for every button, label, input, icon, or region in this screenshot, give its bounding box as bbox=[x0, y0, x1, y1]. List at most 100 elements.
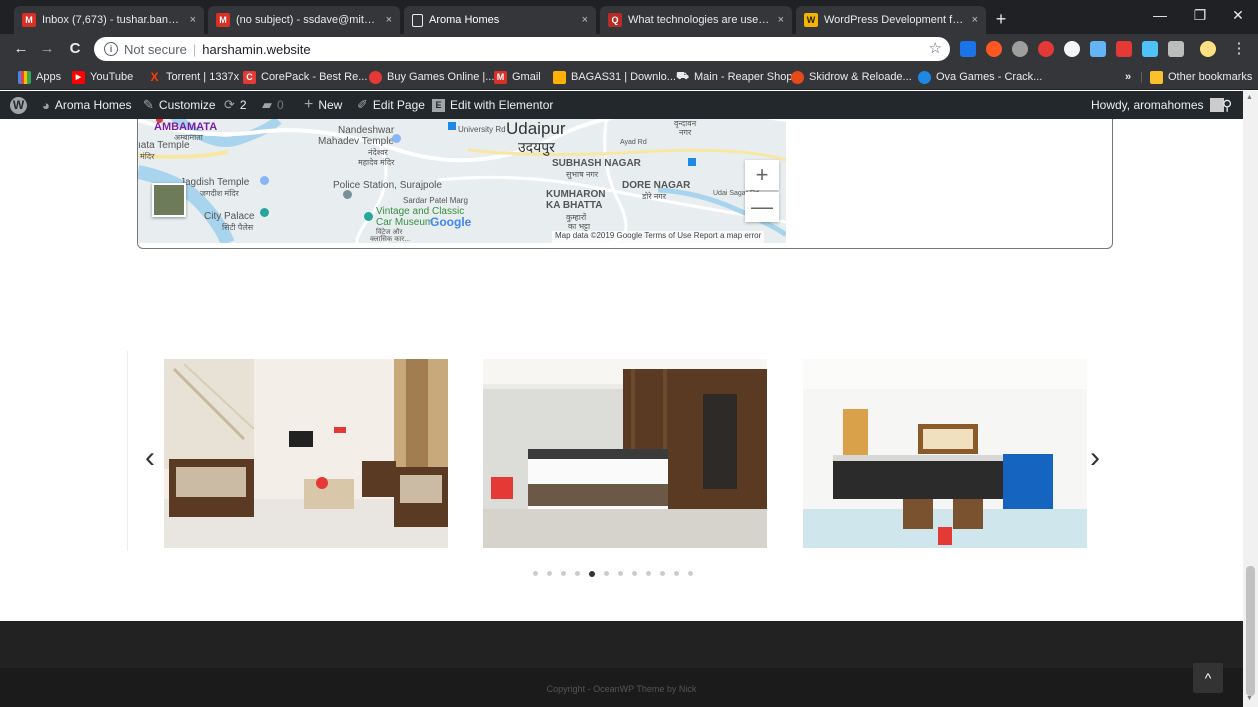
extension-icon[interactable] bbox=[1168, 41, 1184, 57]
window-close-button[interactable]: ✕ bbox=[1218, 0, 1258, 30]
copyright-text: Copyright - OceanWP Theme by Nick bbox=[546, 684, 697, 694]
close-icon[interactable]: × bbox=[972, 14, 978, 26]
back-button[interactable]: ← bbox=[10, 38, 32, 60]
wp-edit-elementor[interactable]: E Edit with Elementor bbox=[432, 97, 553, 113]
wp-logo[interactable]: W bbox=[10, 96, 27, 114]
bookmark-buy-games[interactable]: Buy Games Online |... bbox=[369, 69, 494, 85]
minimize-button[interactable]: — bbox=[1140, 0, 1180, 30]
tab-gmail-no-subject[interactable]: M (no subject) - ssdave@mitaoe.ac × bbox=[208, 6, 400, 34]
carousel-dot[interactable] bbox=[660, 571, 665, 576]
scroll-to-top-button[interactable]: ^ bbox=[1193, 663, 1223, 693]
tab-wordpress-dev[interactable]: W WordPress Development for Beg × bbox=[796, 6, 986, 34]
tab-quora[interactable]: Q What technologies are used to cr × bbox=[600, 6, 792, 34]
wp-updates[interactable]: ⟳ 2 bbox=[224, 97, 247, 113]
extension-icon[interactable] bbox=[1116, 41, 1132, 57]
forward-button[interactable]: → bbox=[36, 38, 58, 60]
temple-pin-icon bbox=[392, 134, 401, 143]
extension-icon[interactable] bbox=[1012, 41, 1028, 57]
extension-icon[interactable] bbox=[1038, 41, 1054, 57]
wordpress-icon: W bbox=[10, 96, 27, 114]
scroll-down-arrow-icon[interactable]: ▼ bbox=[1246, 695, 1253, 702]
page-scrollbar[interactable]: ▲ ▼ bbox=[1243, 91, 1258, 707]
search-icon[interactable]: ⚲ bbox=[1222, 97, 1232, 113]
carousel-dot[interactable] bbox=[547, 571, 552, 576]
google-map[interactable]: AMBAMATA अम्बामाता ıata Temple मंदिर Nan… bbox=[138, 119, 786, 243]
bookmarks-overflow-button[interactable]: » bbox=[1125, 69, 1131, 85]
bookmark-youtube[interactable]: ▶ YouTube bbox=[72, 69, 133, 85]
extension-icon[interactable] bbox=[986, 41, 1002, 57]
bookmark-corepack[interactable]: C CorePack - Best Re... bbox=[243, 69, 367, 85]
address-separator: | bbox=[192, 41, 197, 57]
close-icon[interactable]: × bbox=[582, 14, 588, 26]
bookmark-skidrow[interactable]: Skidrow & Reloade... bbox=[791, 69, 912, 85]
carousel-prev-button[interactable]: ‹ bbox=[145, 443, 155, 473]
tab-aroma-homes[interactable]: Aroma Homes × bbox=[404, 6, 596, 34]
carousel-dot[interactable] bbox=[589, 570, 595, 577]
star-icon[interactable]: ☆ bbox=[929, 39, 942, 57]
tab-gmail-inbox[interactable]: M Inbox (7,673) - tushar.bana98@g × bbox=[14, 6, 204, 34]
address-bar[interactable]: i Not secure | harshamin.website ☆ bbox=[94, 37, 950, 61]
wp-edit-page[interactable]: ✐ Edit Page bbox=[357, 97, 425, 113]
carousel-next-button[interactable]: › bbox=[1090, 443, 1100, 473]
carousel-slide-kitchen[interactable] bbox=[803, 359, 1087, 548]
bookmark-ova-games[interactable]: Ova Games - Crack... bbox=[918, 69, 1042, 85]
corepack-icon: C bbox=[243, 70, 256, 84]
reaper-icon: ⛟ bbox=[676, 70, 689, 82]
close-icon[interactable]: × bbox=[778, 14, 784, 26]
dashboard-icon: ◕ bbox=[42, 97, 50, 113]
wpdev-icon: W bbox=[804, 13, 818, 27]
close-icon[interactable]: × bbox=[190, 14, 196, 26]
satellite-toggle[interactable] bbox=[152, 183, 186, 217]
profile-avatar[interactable] bbox=[1200, 41, 1216, 57]
bookmark-1337x[interactable]: X Torrent | 1337x bbox=[148, 69, 239, 85]
url-text[interactable]: harshamin.website bbox=[202, 42, 310, 57]
carousel-slide-living-room[interactable] bbox=[164, 359, 448, 548]
carousel-dot[interactable] bbox=[618, 571, 623, 576]
carousel-dot[interactable] bbox=[604, 571, 609, 576]
extension-icon[interactable] bbox=[960, 41, 976, 57]
scroll-up-arrow-icon[interactable]: ▲ bbox=[1246, 94, 1253, 101]
wp-site-name[interactable]: ◕ Aroma Homes bbox=[42, 97, 132, 113]
bookmark-reaper-shop[interactable]: ⛟ Main - Reaper Shop bbox=[676, 69, 792, 85]
security-label: Not secure bbox=[124, 41, 187, 57]
restore-button[interactable]: ❐ bbox=[1180, 0, 1220, 30]
other-bookmarks[interactable]: Other bookmarks bbox=[1150, 69, 1252, 85]
bookmark-gmail[interactable]: M Gmail bbox=[494, 69, 541, 85]
new-tab-button[interactable]: + bbox=[990, 8, 1012, 30]
wp-customize[interactable]: ✎ Customize bbox=[143, 97, 216, 113]
carousel-slide-bedroom[interactable] bbox=[483, 359, 767, 548]
apps-grid-icon bbox=[18, 70, 31, 84]
extension-icon[interactable] bbox=[1064, 41, 1080, 57]
extension-icon[interactable] bbox=[1090, 41, 1106, 57]
carousel-dot[interactable] bbox=[533, 571, 538, 576]
wp-new[interactable]: + New bbox=[304, 96, 342, 113]
carousel-dot[interactable] bbox=[646, 571, 651, 576]
info-icon[interactable]: i bbox=[104, 42, 118, 56]
gmail-icon: M bbox=[22, 13, 36, 27]
close-icon[interactable]: × bbox=[386, 14, 392, 26]
carousel-dot[interactable] bbox=[674, 571, 679, 576]
elementor-icon: E bbox=[432, 98, 445, 112]
page-content: AMBAMATA अम्बामाता ıata Temple मंदिर Nan… bbox=[0, 119, 1243, 707]
brush-icon: ✎ bbox=[143, 97, 154, 112]
map-attribution[interactable]: Map data ©2019 Google Terms of Use Repor… bbox=[552, 231, 765, 243]
zoom-out-button[interactable]: — bbox=[745, 192, 779, 222]
zoom-in-button[interactable]: + bbox=[745, 160, 779, 190]
bookmark-apps[interactable]: Apps bbox=[18, 69, 61, 85]
torrent-x-icon: X bbox=[150, 70, 159, 84]
wp-howdy[interactable]: Howdy, aromahomes bbox=[1091, 97, 1224, 113]
carousel-dot[interactable] bbox=[575, 571, 580, 576]
bagas31-icon bbox=[553, 70, 566, 84]
carousel-dot[interactable] bbox=[561, 571, 566, 576]
page-icon bbox=[412, 13, 423, 27]
carousel-dot[interactable] bbox=[688, 571, 693, 576]
reload-button[interactable]: C bbox=[64, 38, 86, 60]
wp-comments[interactable]: ▰ 0 bbox=[262, 97, 284, 113]
folder-icon bbox=[1150, 70, 1163, 84]
scrollbar-thumb[interactable] bbox=[1246, 566, 1255, 696]
carousel-dot[interactable] bbox=[632, 571, 637, 576]
pencil-icon: ✐ bbox=[357, 97, 368, 112]
bookmark-bagas31[interactable]: BAGAS31 | Downlo... bbox=[553, 69, 676, 85]
menu-kebab-icon[interactable]: ⋮ bbox=[1228, 38, 1250, 60]
extension-icon[interactable] bbox=[1142, 41, 1158, 57]
